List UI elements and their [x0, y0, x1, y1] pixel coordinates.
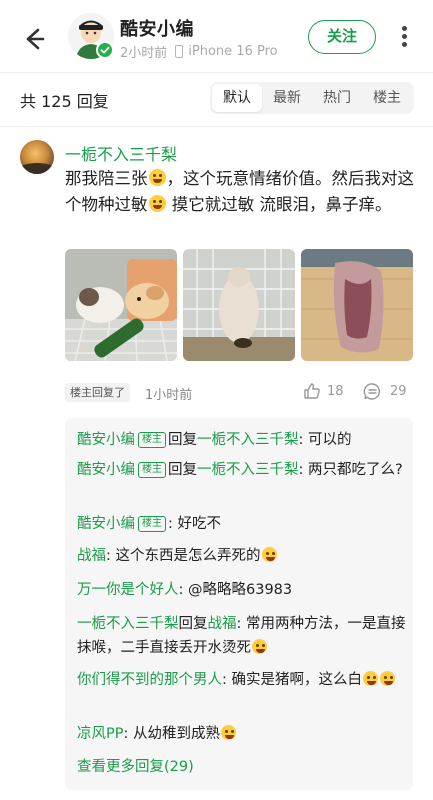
comment-text-part: 摸它就过敏 流眼泪，鼻子痒。 [166, 195, 392, 214]
subreply-text: : @略略略63983 [178, 582, 293, 598]
subreply-item[interactable]: 凉风PP: 从幼稚到成熟 [77, 722, 407, 746]
subreply-user[interactable]: 万一你是个好人 [77, 582, 179, 598]
comment-text: 那我陪三张 ，这个玩意情绪价值。然后我对这个物种过敏 摸它就过敏 流眼泪，鼻子痒。 [65, 166, 417, 218]
more-vertical-icon[interactable] [396, 26, 412, 50]
like-button[interactable]: 18 [303, 382, 344, 400]
reply-word: 回复 [178, 616, 208, 632]
reply-button[interactable]: 29 [363, 382, 407, 401]
photo-guinea-pigs[interactable] [65, 249, 177, 361]
comment-bubble-icon [363, 383, 381, 400]
subreply-text: : 从幼稚到成熟 [123, 726, 221, 742]
commenter-name[interactable]: 一栀不入三千梨 [65, 141, 177, 165]
subreply-user[interactable]: 酷安小编 [77, 516, 135, 532]
post-meta: 2小时前 iPhone 16 Pro [120, 42, 278, 61]
op-replied-badge: 楼主回复了 [65, 383, 130, 402]
like-count: 18 [327, 383, 344, 399]
reply-count-small: 29 [390, 384, 407, 399]
photo-skinned-meat[interactable] [301, 249, 413, 361]
subreply-user[interactable]: 凉风PP [77, 726, 124, 742]
subreply-target[interactable]: 一栀不入三千梨 [197, 432, 299, 448]
reply-word: 回复 [168, 462, 197, 478]
subreply-item[interactable]: 一栀不入三千梨回复战福: 常用两种方法，一是直接抹喉，二手直接丢开水烫死 [77, 612, 407, 660]
back-arrow-icon[interactable] [16, 22, 50, 56]
subreply-panel: 酷安小编 楼主 回复一栀不入三千梨: 可以的 酷安小编 楼主 回复一栀不入三千梨: 两只… [65, 418, 413, 790]
subreply-text: : 两只都吃了么? [298, 462, 403, 478]
photo-pig-cage[interactable] [183, 249, 295, 361]
tab-latest[interactable]: 最新 [262, 84, 312, 112]
subreply-user[interactable]: 酷安小编 [77, 432, 135, 448]
subreply-target[interactable]: 战福 [208, 616, 237, 632]
subreply-target[interactable]: 一栀不入三千梨 [197, 462, 299, 478]
subreply-text: : 好吃不 [168, 516, 221, 532]
subreply-item[interactable]: 万一你是个好人: @略略略63983 [77, 578, 407, 602]
comment-footer: 楼主回复了 1小时前 18 29 [65, 382, 413, 404]
subreply-user[interactable]: 一栀不入三千梨 [77, 616, 179, 632]
comment-photos [65, 249, 413, 361]
header-divider [0, 72, 433, 73]
subreply-text: : 这个东西是怎么弄死的 [106, 548, 261, 564]
subreply-text: : 确实是猪啊，这么白 [222, 672, 362, 688]
reply-word: 回复 [168, 432, 197, 448]
op-tag: 楼主 [138, 516, 166, 532]
subreply-user[interactable]: 战福 [77, 548, 106, 564]
tab-default[interactable]: 默认 [212, 84, 262, 112]
phone-icon [175, 45, 184, 58]
subreply-item[interactable]: 战福: 这个东西是怎么弄死的 [77, 544, 407, 568]
subreply-item[interactable]: 酷安小编 楼主 回复一栀不入三千梨: 可以的 [77, 428, 407, 452]
top-bar: 酷安小编 2小时前 iPhone 16 Pro 关注 [0, 0, 433, 72]
more-replies-link[interactable]: 查看更多回复(29) [77, 755, 194, 776]
tab-op[interactable]: 楼主 [362, 84, 412, 112]
subreply-user[interactable]: 酷安小编 [77, 462, 135, 478]
tab-hot[interactable]: 热门 [312, 84, 362, 112]
sort-tabs: 默认 最新 热门 楼主 [210, 82, 414, 114]
post-time: 2小时前 [120, 46, 168, 61]
subreply-item[interactable]: 你们得不到的那个男人: 确实是猪啊，这么白 [77, 668, 407, 692]
author-name[interactable]: 酷安小编 [120, 15, 194, 41]
reply-count: 共 125 回复 [20, 92, 109, 111]
subreply-item[interactable]: 酷安小编 楼主: 好吃不 [77, 512, 407, 536]
section-divider [0, 126, 433, 127]
comment-text-part: 那我陪三张 [65, 169, 148, 188]
comment-time: 1小时前 [145, 388, 193, 403]
emoji-icon [148, 169, 166, 186]
op-tag: 楼主 [138, 432, 166, 448]
subreply-user[interactable]: 你们得不到的那个男人 [77, 672, 222, 688]
follow-button[interactable]: 关注 [308, 20, 376, 54]
op-tag: 楼主 [138, 462, 166, 478]
emoji-icon [261, 547, 277, 562]
verified-check-icon [96, 41, 114, 59]
device-name: iPhone 16 Pro [188, 44, 278, 59]
emoji-icon [148, 195, 166, 212]
thumb-up-icon [304, 383, 320, 399]
emoji-icon [363, 671, 378, 686]
emoji-icon [252, 639, 267, 654]
emoji-icon [221, 725, 236, 740]
subreply-item[interactable]: 酷安小编 楼主 回复一栀不入三千梨: 两只都吃了么? [77, 458, 407, 482]
subreply-text: : 可以的 [298, 432, 352, 448]
emoji-icon [380, 671, 395, 686]
commenter-avatar[interactable] [20, 140, 54, 174]
